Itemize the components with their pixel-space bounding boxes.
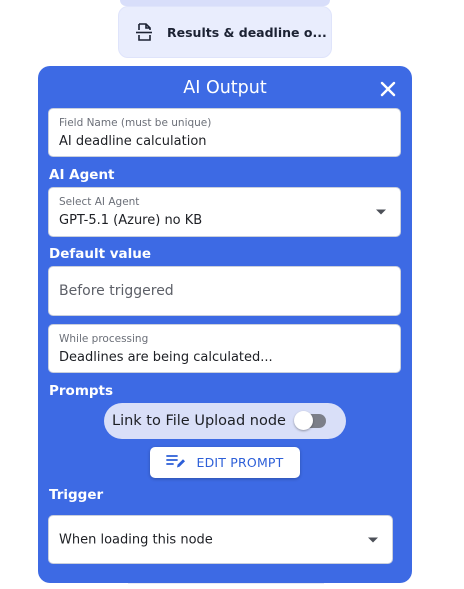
- node-card[interactable]: Results & deadline o...: [118, 6, 332, 58]
- ai-agent-value: GPT-5.1 (Azure) no KB: [59, 213, 203, 228]
- while-processing-label: While processing: [59, 333, 149, 345]
- node-label: Results & deadline o...: [167, 24, 327, 40]
- edit-list-icon: [166, 453, 186, 473]
- trigger-heading: Trigger: [49, 487, 104, 503]
- while-processing-value: Deadlines are being calculated...: [59, 350, 273, 365]
- ai-output-panel: AI Output Field Name (must be unique) AI…: [38, 66, 412, 583]
- ai-agent-label: Select AI Agent: [59, 196, 140, 208]
- ai-agent-select[interactable]: Select AI Agent GPT-5.1 (Azure) no KB: [48, 187, 401, 237]
- close-icon[interactable]: [379, 80, 397, 98]
- before-triggered-placeholder: Before triggered: [59, 283, 174, 299]
- chevron-down-icon: [368, 537, 378, 542]
- trigger-value: When loading this node: [59, 532, 213, 547]
- toggle-label: Link to File Upload node: [112, 413, 286, 429]
- ai-agent-heading: AI Agent: [49, 167, 115, 183]
- chevron-down-icon: [376, 209, 386, 215]
- toggle-switch[interactable]: [294, 411, 326, 430]
- field-name-value: AI deadline calculation: [59, 134, 207, 149]
- panel-title: AI Output: [183, 78, 267, 98]
- field-name-label: Field Name (must be unique): [59, 117, 212, 129]
- edit-prompt-label: EDIT PROMPT: [196, 455, 284, 470]
- edit-prompt-button[interactable]: EDIT PROMPT: [150, 447, 300, 478]
- next-node-stub: [128, 583, 324, 589]
- trigger-select[interactable]: When loading this node: [48, 515, 393, 564]
- field-name-input[interactable]: Field Name (must be unique) AI deadline …: [48, 108, 401, 157]
- while-processing-input[interactable]: While processing Deadlines are being cal…: [48, 324, 401, 373]
- toggle-knob: [294, 411, 313, 430]
- before-triggered-input[interactable]: Before triggered: [48, 266, 401, 316]
- link-file-upload-toggle[interactable]: Link to File Upload node: [104, 403, 346, 439]
- default-value-heading: Default value: [49, 246, 152, 262]
- document-scan-icon: [133, 21, 155, 43]
- prompts-heading: Prompts: [49, 383, 114, 399]
